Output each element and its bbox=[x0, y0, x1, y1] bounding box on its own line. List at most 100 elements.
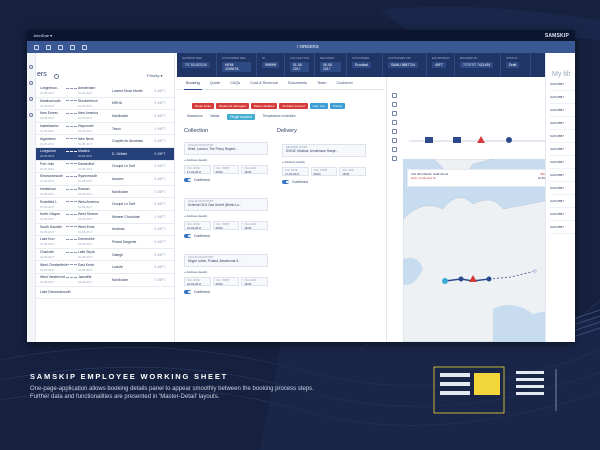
tab-booking[interactable]: Booking bbox=[181, 77, 205, 90]
tab-caqs[interactable]: CAQs bbox=[225, 77, 245, 89]
table-row[interactable]: Ineatshore 01-05-2017 Rossan 01-05-2017 No… bbox=[36, 186, 174, 199]
truck-icon[interactable] bbox=[82, 44, 87, 50]
table-row[interactable]: Rosefield L 01-05-2017 West America 01-05-… bbox=[36, 198, 174, 211]
info-value[interactable]: 7/7 18 002124 bbox=[182, 62, 210, 68]
delivery-date-field[interactable]: COL. DATE 17-03-2017 bbox=[282, 167, 309, 176]
collection-confirm[interactable]: Confirmed bbox=[184, 178, 268, 182]
collection-confirm[interactable]: Confirmed bbox=[184, 234, 268, 238]
toggle-icon[interactable] bbox=[184, 234, 191, 238]
status-badge[interactable]: Rates validated bbox=[250, 103, 278, 109]
filter-row[interactable]: SAM 8887 bbox=[550, 108, 575, 117]
delivery-start-field[interactable]: COL. START 08:00 bbox=[310, 167, 338, 176]
plugs-flag[interactable]: Plugin required bbox=[227, 114, 255, 120]
address-details-link[interactable]: + Address details bbox=[184, 214, 268, 218]
collection-start-field[interactable]: COL. START 08:00 bbox=[212, 165, 240, 174]
search-icon[interactable] bbox=[29, 81, 33, 85]
route-icon[interactable] bbox=[391, 120, 397, 125]
info-value[interactable]: 01-05-2017 bbox=[290, 62, 309, 72]
table-row[interactable]: Algartview 01-05-2017 New Neve 01-05-2017 … bbox=[36, 135, 174, 148]
status-badge[interactable]: Accident insured bbox=[279, 103, 308, 109]
delivery-confirm[interactable]: Confirmed bbox=[282, 180, 366, 184]
collection-start-field[interactable]: COL. START 08:00 bbox=[212, 277, 240, 286]
filter-row[interactable]: SAM 8887 bbox=[550, 147, 575, 156]
list-icon[interactable] bbox=[46, 44, 51, 50]
flag-icon[interactable] bbox=[391, 147, 397, 152]
filter-row[interactable]: SAM 8887 bbox=[550, 95, 575, 104]
table-row[interactable]: Charlotte 01-05-2017 Lake Skyla 01-05-2017… bbox=[36, 249, 174, 262]
toggle-icon[interactable] bbox=[184, 178, 191, 182]
table-row[interactable]: Isabellaview 01-05-2017 Haymouth 01-05-201… bbox=[36, 123, 174, 136]
info-value[interactable]: 7/7/7/7/7 7421451 bbox=[460, 62, 494, 68]
address-details-link[interactable]: + Address details bbox=[184, 270, 268, 274]
train-icon[interactable] bbox=[391, 111, 397, 116]
ship-icon[interactable] bbox=[391, 102, 397, 107]
info-value[interactable]: 45FT bbox=[432, 62, 446, 68]
filter-row[interactable]: SAM 8887 bbox=[550, 82, 575, 91]
home-icon[interactable] bbox=[29, 65, 33, 69]
document-icon[interactable] bbox=[70, 44, 75, 50]
info-value[interactable]: SAMU 8887724 bbox=[388, 62, 418, 68]
collection-point-field[interactable]: COLLECTION POINT Schmidt Oil & Gas GmbH (… bbox=[184, 198, 268, 211]
collection-date-field[interactable]: COL. DATE 21-02-2017 bbox=[184, 221, 211, 230]
info-value[interactable]: Draft bbox=[506, 62, 520, 68]
table-row[interactable]: West Vandervort 01-05-2017 Jazzvillle 01-0… bbox=[36, 274, 174, 287]
table-row[interactable]: Lake Kurt 01-05-2017 Dorneshire 01-05-2017… bbox=[36, 236, 174, 249]
filter-row[interactable]: SAM 8887 bbox=[550, 199, 575, 208]
user-icon[interactable] bbox=[29, 113, 33, 117]
collection-end-field[interactable]: COL. END 18:00 bbox=[241, 221, 269, 230]
calendar-icon[interactable] bbox=[58, 44, 63, 50]
temperature-flag[interactable]: Temperature controlled bbox=[263, 114, 296, 120]
table-row[interactable]: Longmhow... 01-05-2017 Amsterdam 01-05-201… bbox=[36, 85, 174, 98]
table-row[interactable]: Longvhore 01-05-2017 Madera 01-05-2017 D. … bbox=[36, 147, 174, 161]
pin-icon[interactable] bbox=[391, 138, 397, 143]
filter-row[interactable]: SAM 8887 bbox=[550, 173, 575, 182]
table-row[interactable]: Port Julio 01-05-2017 Edwardfort 01-05-201… bbox=[36, 161, 174, 174]
waste-flag[interactable]: Waste bbox=[210, 114, 219, 120]
clock-icon[interactable] bbox=[391, 156, 397, 161]
tab-customer[interactable]: Customer bbox=[331, 77, 357, 89]
hazardous-flag[interactable]: Hazardous bbox=[187, 114, 202, 120]
info-value[interactable]: Evonikal bbox=[352, 62, 371, 68]
collection-point-field[interactable]: COLLECTION POINT Skype Lublin, Poland, Al… bbox=[184, 254, 268, 267]
status-badge[interactable]: Priority bbox=[329, 103, 346, 109]
table-row[interactable]: Lake Demondmouth bbox=[36, 287, 174, 300]
collection-point-field[interactable]: COLLECTION POINT Shell, London, The Prior… bbox=[184, 142, 268, 155]
layers-icon[interactable] bbox=[391, 129, 397, 134]
filter-row[interactable]: SAM 8887 bbox=[550, 121, 575, 130]
status-badge[interactable]: Insp. info bbox=[309, 103, 328, 109]
collection-start-field[interactable]: COL. START 08:00 bbox=[212, 221, 240, 230]
filter-row[interactable]: SAM 8887 bbox=[550, 225, 575, 234]
collection-end-field[interactable]: COL. END 18:00 bbox=[241, 165, 269, 174]
user-menu[interactable]: JohnDoe ▾ bbox=[33, 33, 52, 38]
tab-team[interactable]: Team bbox=[312, 77, 331, 89]
search-icon[interactable] bbox=[54, 74, 59, 79]
toggle-icon[interactable] bbox=[184, 290, 191, 294]
shipment-alert[interactable]: ICE 2013 Berlin Gelbmbmel 45FT Entry conf… bbox=[407, 169, 551, 187]
tab-documents[interactable]: Documents bbox=[283, 77, 312, 89]
delivery-end-field[interactable]: COL. END 18:00 bbox=[339, 167, 367, 176]
address-details-link[interactable]: + Address details bbox=[184, 158, 268, 162]
info-value[interactable]: 05-05-2017 bbox=[320, 62, 341, 72]
filter-icon[interactable] bbox=[29, 97, 33, 101]
table-row[interactable]: North Glayne 01-05-2017 West Simeon 01-05-… bbox=[36, 211, 174, 224]
collection-date-field[interactable]: COL. DATE 24-02-2017 bbox=[184, 277, 211, 286]
status-badge[interactable]: Booked & damaged bbox=[216, 103, 249, 109]
table-row[interactable]: South Danielle 01-05-2017 West Ernie 01-05… bbox=[36, 224, 174, 237]
table-row[interactable]: Eleanoramouth 01-05-2017 Ryannmouth 01-05-… bbox=[36, 173, 174, 186]
table-row[interactable]: West Chesterfield 01-05-2017 East Kevin 01… bbox=[36, 261, 174, 274]
filter-row[interactable]: SAM 8887 bbox=[550, 212, 575, 221]
address-details-link[interactable]: + Address details bbox=[282, 160, 366, 164]
info-value[interactable]: HEMI 2245678... bbox=[222, 62, 251, 72]
menu-icon[interactable] bbox=[34, 44, 39, 50]
collection-end-field[interactable]: COL. END 18:00 bbox=[241, 277, 269, 286]
tab-quote[interactable]: Quote bbox=[205, 77, 225, 89]
truck-icon[interactable] bbox=[391, 93, 397, 98]
table-row[interactable]: New Ernest 01-05-2017 New America 01-05-20… bbox=[36, 110, 174, 123]
filter-row[interactable]: SAM 8887 bbox=[550, 186, 575, 195]
info-value[interactable]: 999999 bbox=[262, 62, 280, 68]
status-badge[interactable]: Route finder bbox=[192, 103, 215, 109]
toggle-icon[interactable] bbox=[282, 180, 289, 184]
table-row[interactable]: Martinsmouth 01-05-2017 Stockerbloch 01-05… bbox=[36, 98, 174, 111]
filter-row[interactable]: SAM 8887 bbox=[550, 160, 575, 169]
delivery-point-field[interactable]: DELIVERY POINT DVINZ, Moskva, Amurhskoe H… bbox=[282, 144, 366, 157]
